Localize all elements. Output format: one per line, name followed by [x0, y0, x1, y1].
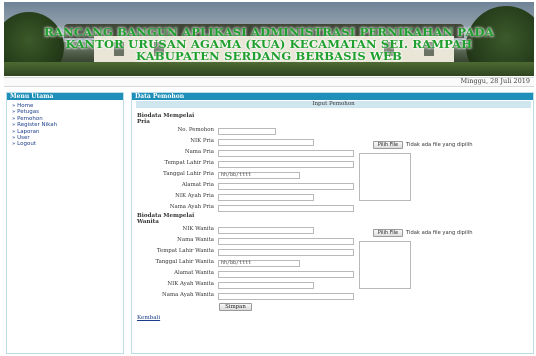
nik-wanita-label: NIK Wanita [182, 226, 214, 232]
file-status-pria: Tidak ada file yang dipilih [406, 142, 473, 148]
nik-ayah-pria-input[interactable] [218, 194, 314, 201]
menu-item-label: Logout [17, 141, 36, 148]
alamat-wanita-input[interactable] [218, 271, 354, 278]
save-button[interactable]: Simpan [219, 303, 252, 311]
nama-pria-label: Nama Pria [184, 149, 214, 155]
nama-ayah-wanita-input[interactable] [218, 293, 354, 300]
header-banner: RANCANG BANGUN APLIKASI ADMINISTRASI PER… [4, 2, 534, 76]
nama-wanita-label: Nama Wanita [177, 237, 214, 243]
nik-ayah-wanita-label: NIK Ayah Wanita [167, 281, 214, 287]
tempat-lahir-wanita-label: Tempat Lahir Wanita [156, 248, 214, 254]
menu-item-logout[interactable]: » Logout [12, 141, 123, 147]
nik-ayah-wanita-input[interactable] [218, 282, 314, 289]
photo-preview-pria [359, 153, 411, 201]
nik-wanita-input[interactable] [218, 227, 314, 234]
nama-wanita-input[interactable] [218, 238, 354, 245]
nik-pria-label: NIK Pria [190, 138, 214, 144]
content-title: Data Pemohon [132, 93, 533, 100]
photo-preview-wanita [359, 241, 411, 289]
menu-item-label: Home [17, 103, 34, 109]
tempat-lahir-pria-label: Tempat Lahir Pria [164, 160, 214, 166]
back-link[interactable]: Kembali [137, 315, 160, 321]
tanggal-lahir-pria-label: Tanggal Lahir Pria [163, 171, 214, 177]
section-wanita: Biodata Mempelai Wanita [137, 213, 195, 225]
tempat-lahir-wanita-input[interactable] [218, 249, 354, 256]
content-panel: Data Pemohon Input Pemohon Biodata Mempe… [131, 92, 534, 354]
file-button-wanita[interactable]: Pilih File [373, 229, 403, 237]
form-title: Input Pemohon [136, 101, 531, 108]
tanggal-lahir-wanita-label: Tanggal Lahir Wanita [155, 259, 214, 265]
tempat-lahir-pria-input[interactable] [218, 161, 354, 168]
nama-ayah-pria-input[interactable] [218, 205, 354, 212]
alamat-pria-input[interactable] [218, 183, 354, 190]
menu-item-label: Pemohon [17, 115, 43, 122]
no-pemohon-input[interactable] [218, 128, 276, 135]
tanggal-lahir-pria-input[interactable]: hh/bb/tttt [218, 172, 300, 179]
no-pemohon-label: No. Pemohon [177, 127, 214, 133]
banner-grass [4, 62, 534, 76]
menu-item-label: Petugas [17, 109, 39, 116]
nik-ayah-pria-label: NIK Ayah Pria [175, 193, 214, 199]
alamat-wanita-label: Alamat Wanita [174, 270, 214, 276]
nama-ayah-pria-label: Nama Ayah Pria [169, 204, 214, 210]
menu-item-label: User [17, 135, 30, 142]
date-bar: Minggu, 28 Juli 2019 [4, 77, 534, 87]
banner-title-line3: KABUPATEN SERDANG BERBASIS WEB [135, 49, 403, 63]
menu-title: Menu Utama [7, 93, 123, 100]
main-menu: Menu Utama » Home » Petugas » Pemohon » … [6, 92, 124, 354]
menu-item-label: Register Nikah [17, 122, 58, 129]
banner-title: RANCANG BANGUN APLIKASI ADMINISTRASI PER… [4, 26, 534, 62]
current-date: Minggu, 28 Juli 2019 [460, 77, 530, 85]
file-status-wanita: Tidak ada file yang dipilih [406, 230, 473, 236]
section-pria: Biodata Mempelai Pria [137, 113, 195, 125]
alamat-pria-label: Alamat Pria [181, 182, 214, 188]
file-button-pria[interactable]: Pilih File [373, 141, 403, 149]
nama-pria-input[interactable] [218, 150, 354, 157]
nik-pria-input[interactable] [218, 139, 314, 146]
nama-ayah-wanita-label: Nama Ayah Wanita [162, 292, 214, 298]
menu-item-label: Laporan [17, 128, 40, 135]
menu-list: » Home » Petugas » Pemohon » Register Ni… [7, 100, 123, 148]
tanggal-lahir-wanita-input[interactable]: hh/bb/tttt [218, 260, 300, 267]
